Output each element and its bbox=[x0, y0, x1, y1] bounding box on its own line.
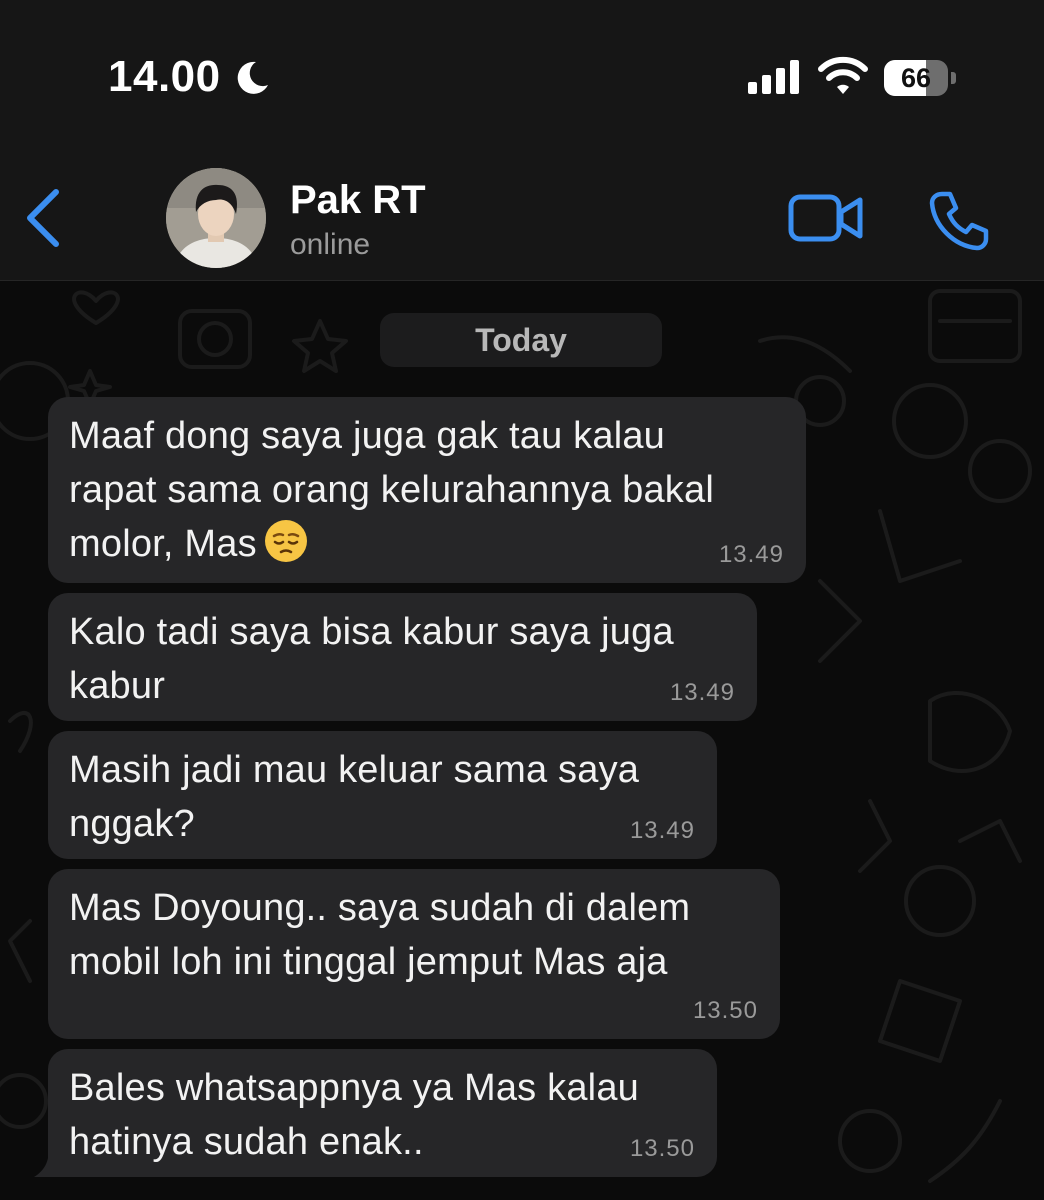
message-time: 13.49 bbox=[669, 679, 735, 706]
phone-icon[interactable] bbox=[928, 190, 990, 252]
battery-icon: 66 bbox=[884, 60, 956, 96]
chat-header: Pak RT online bbox=[0, 150, 1044, 281]
message-text: Maaf dong saya juga gak tau kalau rapat … bbox=[69, 415, 714, 565]
message-time: 13.49 bbox=[629, 817, 695, 844]
contact-status: online bbox=[290, 228, 371, 261]
avatar[interactable] bbox=[166, 168, 266, 268]
message-text: Masih jadi mau keluar sama saya nggak? bbox=[69, 749, 640, 845]
message-time: 13.50 bbox=[629, 1135, 695, 1162]
back-chevron-icon[interactable] bbox=[20, 186, 68, 250]
wifi-icon bbox=[818, 56, 868, 94]
message-text: Mas Doyoung.. saya sudah di dalem mobil … bbox=[69, 887, 691, 983]
message-bubble[interactable]: Bales whatsappnya ya Mas kalau hatinya s… bbox=[34, 1049, 717, 1177]
message-bubble[interactable]: Kalo tadi saya bisa kabur saya juga kabu… bbox=[48, 593, 757, 721]
signal-icon bbox=[748, 60, 799, 94]
status-bar: 14.00 66 bbox=[0, 0, 1044, 150]
message-text: Bales whatsappnya ya Mas kalau hatinya s… bbox=[69, 1067, 639, 1163]
moon-icon bbox=[237, 61, 268, 94]
chat-area[interactable]: Today Maaf dong saya juga gak tau kalau … bbox=[0, 281, 1044, 1200]
contact-name[interactable]: Pak RT bbox=[290, 178, 426, 223]
pensive-face-emoji bbox=[264, 520, 307, 562]
status-time: 14.00 bbox=[108, 52, 221, 101]
message-time: 13.49 bbox=[718, 541, 784, 568]
message-text: Kalo tadi saya bisa kabur saya juga kabu… bbox=[69, 611, 674, 707]
message-bubble[interactable]: Mas Doyoung.. saya sudah di dalem mobil … bbox=[48, 869, 780, 1039]
date-badge: Today bbox=[380, 313, 662, 367]
video-camera-icon[interactable] bbox=[788, 192, 864, 244]
bubble-tail bbox=[34, 1149, 62, 1177]
message-bubble[interactable]: Masih jadi mau keluar sama saya nggak? 1… bbox=[48, 731, 717, 859]
message-bubble[interactable]: Maaf dong saya juga gak tau kalau rapat … bbox=[48, 397, 806, 583]
battery-level: 66 bbox=[900, 63, 932, 93]
message-time: 13.50 bbox=[692, 997, 758, 1024]
